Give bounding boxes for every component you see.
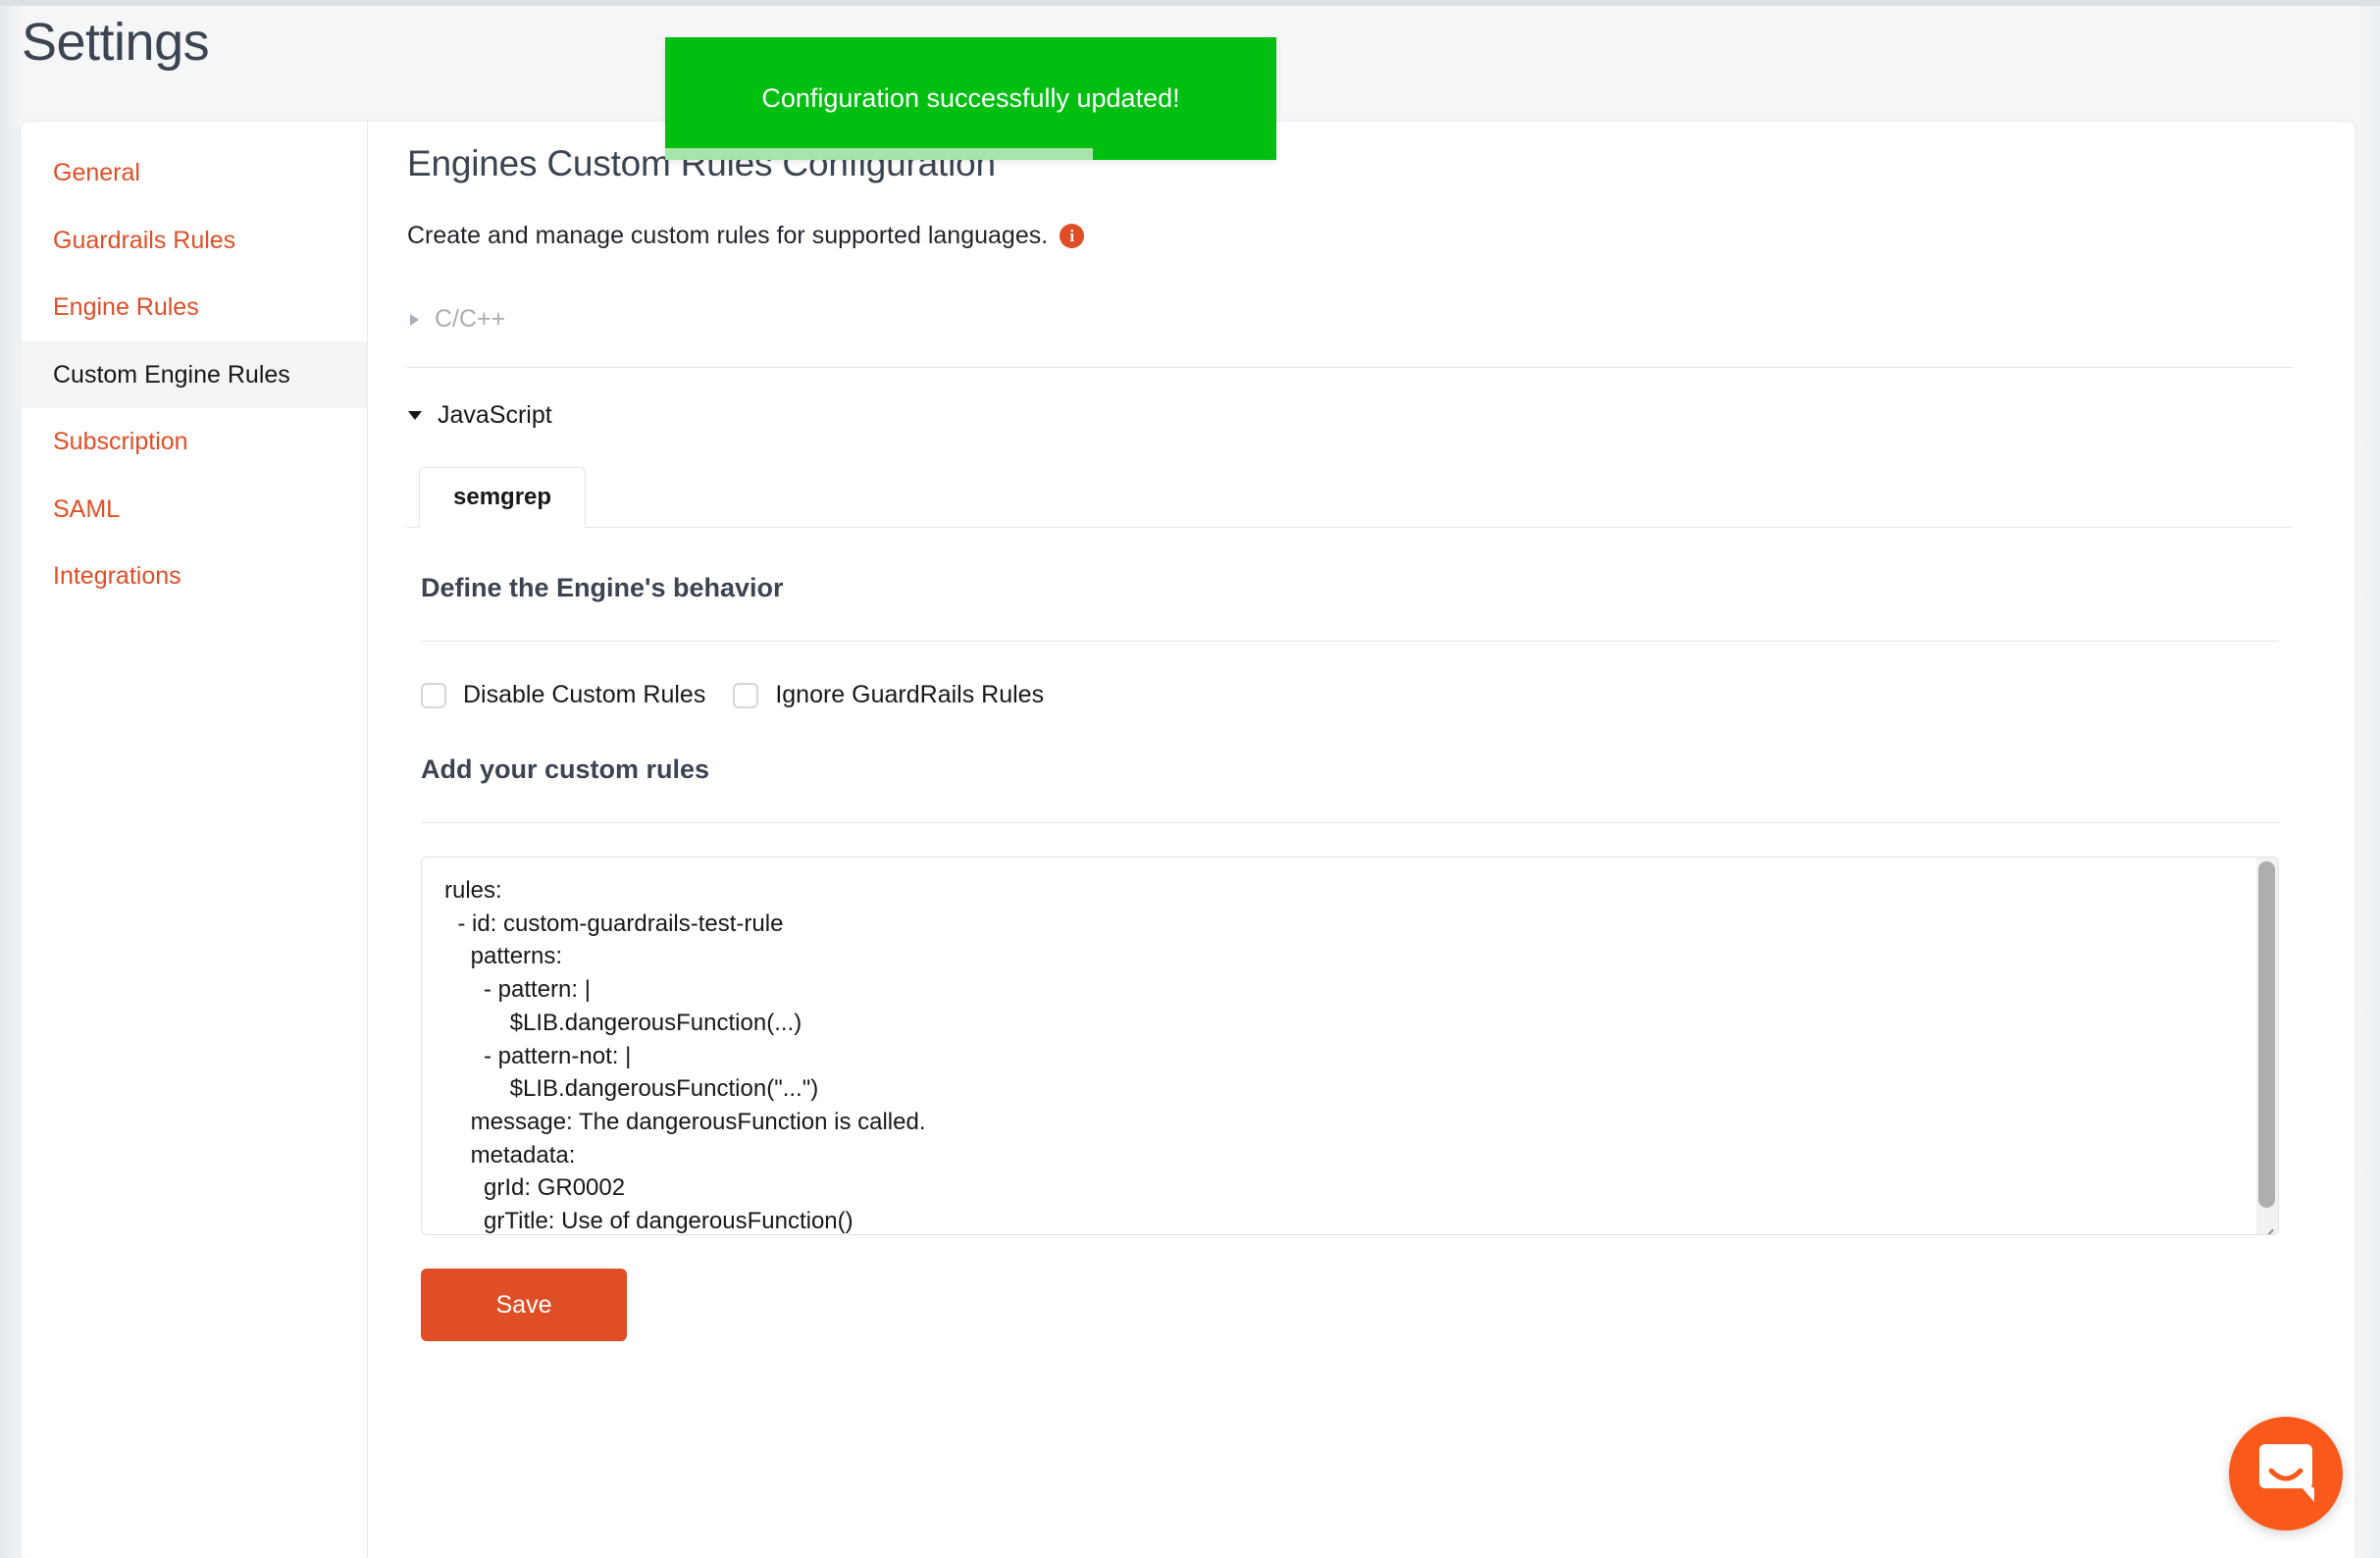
chat-bubble-icon <box>2255 1444 2316 1503</box>
tab-underline <box>407 527 2293 528</box>
accordion-javascript-label: JavaScript <box>438 401 552 430</box>
sidebar-item-guardrails-rules[interactable]: Guardrails Rules <box>22 207 367 275</box>
sidebar-item-general[interactable]: General <box>22 139 367 207</box>
success-toast-message: Configuration successfully updated! <box>761 83 1179 114</box>
checkbox-label-ignore-guardrails-rules: Ignore GuardRails Rules <box>775 681 1044 709</box>
checkbox-box-disable-custom-rules[interactable] <box>421 683 446 708</box>
settings-card: General Guardrails Rules Engine Rules Cu… <box>22 122 2354 1558</box>
custom-rules-divider <box>421 822 2279 823</box>
sidebar-item-integrations[interactable]: Integrations <box>22 543 367 610</box>
success-toast[interactable]: Configuration successfully updated! <box>665 37 1276 160</box>
accordion-c-cpp-label: C/C++ <box>435 305 505 334</box>
save-button[interactable]: Save <box>421 1269 627 1341</box>
sidebar-item-subscription[interactable]: Subscription <box>22 408 367 476</box>
checkbox-box-ignore-guardrails-rules[interactable] <box>733 683 758 708</box>
checkbox-label-disable-custom-rules: Disable Custom Rules <box>463 681 705 709</box>
info-circle-icon[interactable]: i <box>1060 224 1084 248</box>
checkbox-row: Disable Custom Rules Ignore GuardRails R… <box>421 681 2293 709</box>
checkbox-ignore-guardrails-rules[interactable]: Ignore GuardRails Rules <box>733 681 1044 709</box>
top-strip <box>0 0 2380 6</box>
content-subtitle-row: Create and manage custom rules for suppo… <box>407 222 2354 250</box>
page-title: Settings <box>22 14 209 72</box>
caret-right-icon <box>410 314 419 326</box>
editor-scrollbar-thumb[interactable] <box>2258 861 2275 1208</box>
custom-rules-heading: Add your custom rules <box>421 754 2293 785</box>
content-subtitle: Create and manage custom rules for suppo… <box>407 222 1048 250</box>
chat-launcher-button[interactable] <box>2229 1417 2343 1531</box>
sidebar-item-custom-engine-rules[interactable]: Custom Engine Rules <box>22 341 367 409</box>
checkbox-disable-custom-rules[interactable]: Disable Custom Rules <box>421 681 705 709</box>
accordion-javascript[interactable]: JavaScript <box>407 397 2354 434</box>
caret-down-icon <box>408 411 422 420</box>
tab-panel-semgrep: Define the Engine's behavior Disable Cus… <box>407 573 2293 1341</box>
section-divider <box>407 367 2293 368</box>
accordion-javascript-section: JavaScript semgrep Define the Engine's b… <box>407 397 2354 1341</box>
left-page-edge <box>0 6 22 1558</box>
behavior-heading: Define the Engine's behavior <box>421 573 2293 603</box>
behavior-divider <box>421 641 2279 642</box>
tab-strip: semgrep <box>407 467 2293 528</box>
settings-sidebar: General Guardrails Rules Engine Rules Cu… <box>22 122 368 1558</box>
sidebar-item-saml[interactable]: SAML <box>22 476 367 544</box>
accordion-c-cpp[interactable]: C/C++ <box>407 301 2354 338</box>
editor-resize-handle-icon[interactable] <box>2257 1214 2277 1233</box>
sidebar-item-engine-rules[interactable]: Engine Rules <box>22 274 367 341</box>
toast-progress-bar <box>665 148 1093 160</box>
custom-rules-editor-value[interactable]: rules: - id: custom-guardrails-test-rule… <box>444 874 2239 1235</box>
main-content: Engines Custom Rules Configuration Creat… <box>368 122 2354 1558</box>
tab-semgrep[interactable]: semgrep <box>419 467 586 528</box>
editor-scrollbar-track[interactable] <box>2256 857 2278 1235</box>
right-page-edge <box>2354 6 2380 1558</box>
custom-rules-editor[interactable]: rules: - id: custom-guardrails-test-rule… <box>421 857 2279 1235</box>
